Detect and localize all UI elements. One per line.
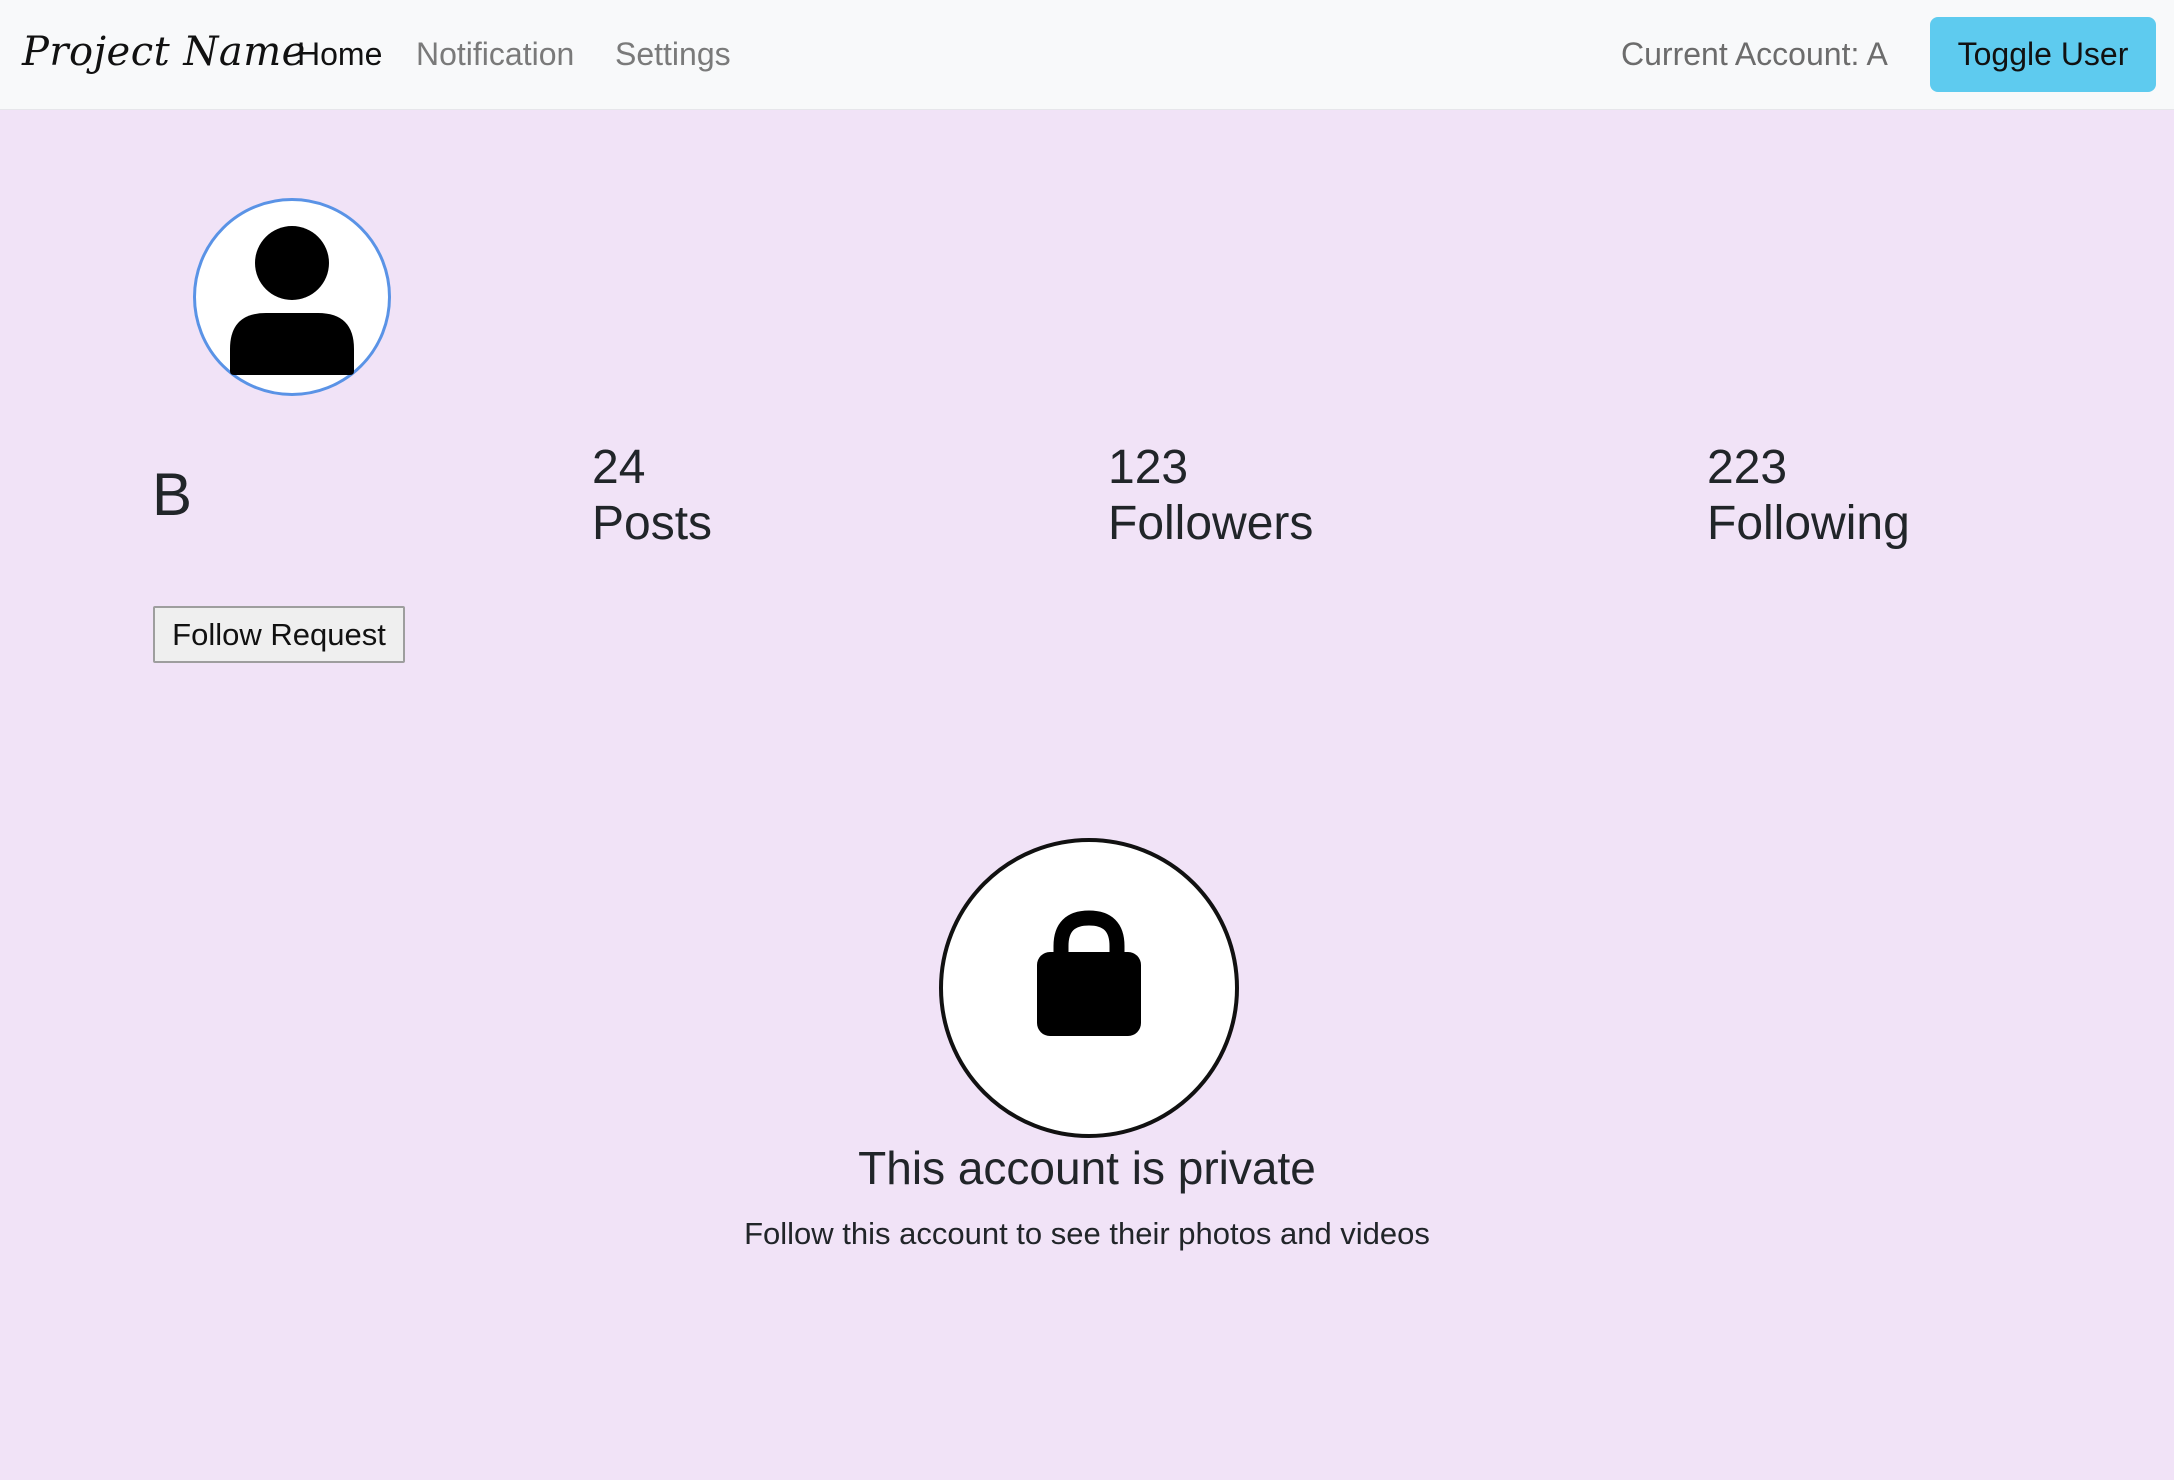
toggle-user-button[interactable]: Toggle User [1930, 17, 2156, 92]
stat-posts-label: Posts [592, 497, 713, 550]
stat-posts-count: 24 [592, 441, 646, 494]
profile-avatar [193, 198, 391, 396]
stat-following[interactable]: 223 Following [1707, 440, 1910, 552]
stat-followers-count: 123 [1108, 441, 1189, 494]
private-lock-badge [939, 838, 1239, 1138]
stat-followers[interactable]: 123 Followers [1108, 440, 1313, 552]
lock-icon [1037, 910, 1141, 1036]
nav-link-settings[interactable]: Settings [615, 30, 731, 78]
nav-link-notification[interactable]: Notification [416, 30, 574, 78]
profile-username: B [152, 461, 193, 528]
brand-logo[interactable]: Project Name [22, 22, 306, 82]
current-account-label: Current Account: A [1621, 36, 1888, 72]
stat-posts[interactable]: 24 Posts [592, 440, 712, 552]
stat-followers-label: Followers [1108, 497, 1314, 550]
stat-following-label: Following [1707, 497, 1910, 550]
person-icon [230, 226, 354, 375]
top-navbar: Project Name Home Notification Settings … [0, 0, 2174, 110]
private-account-title: This account is private [858, 1142, 1316, 1194]
stat-following-count: 223 [1707, 441, 1788, 494]
private-account-subtitle: Follow this account to see their photos … [744, 1216, 1430, 1251]
follow-request-button[interactable]: Follow Request [153, 606, 405, 663]
nav-link-home[interactable]: Home [297, 30, 382, 78]
